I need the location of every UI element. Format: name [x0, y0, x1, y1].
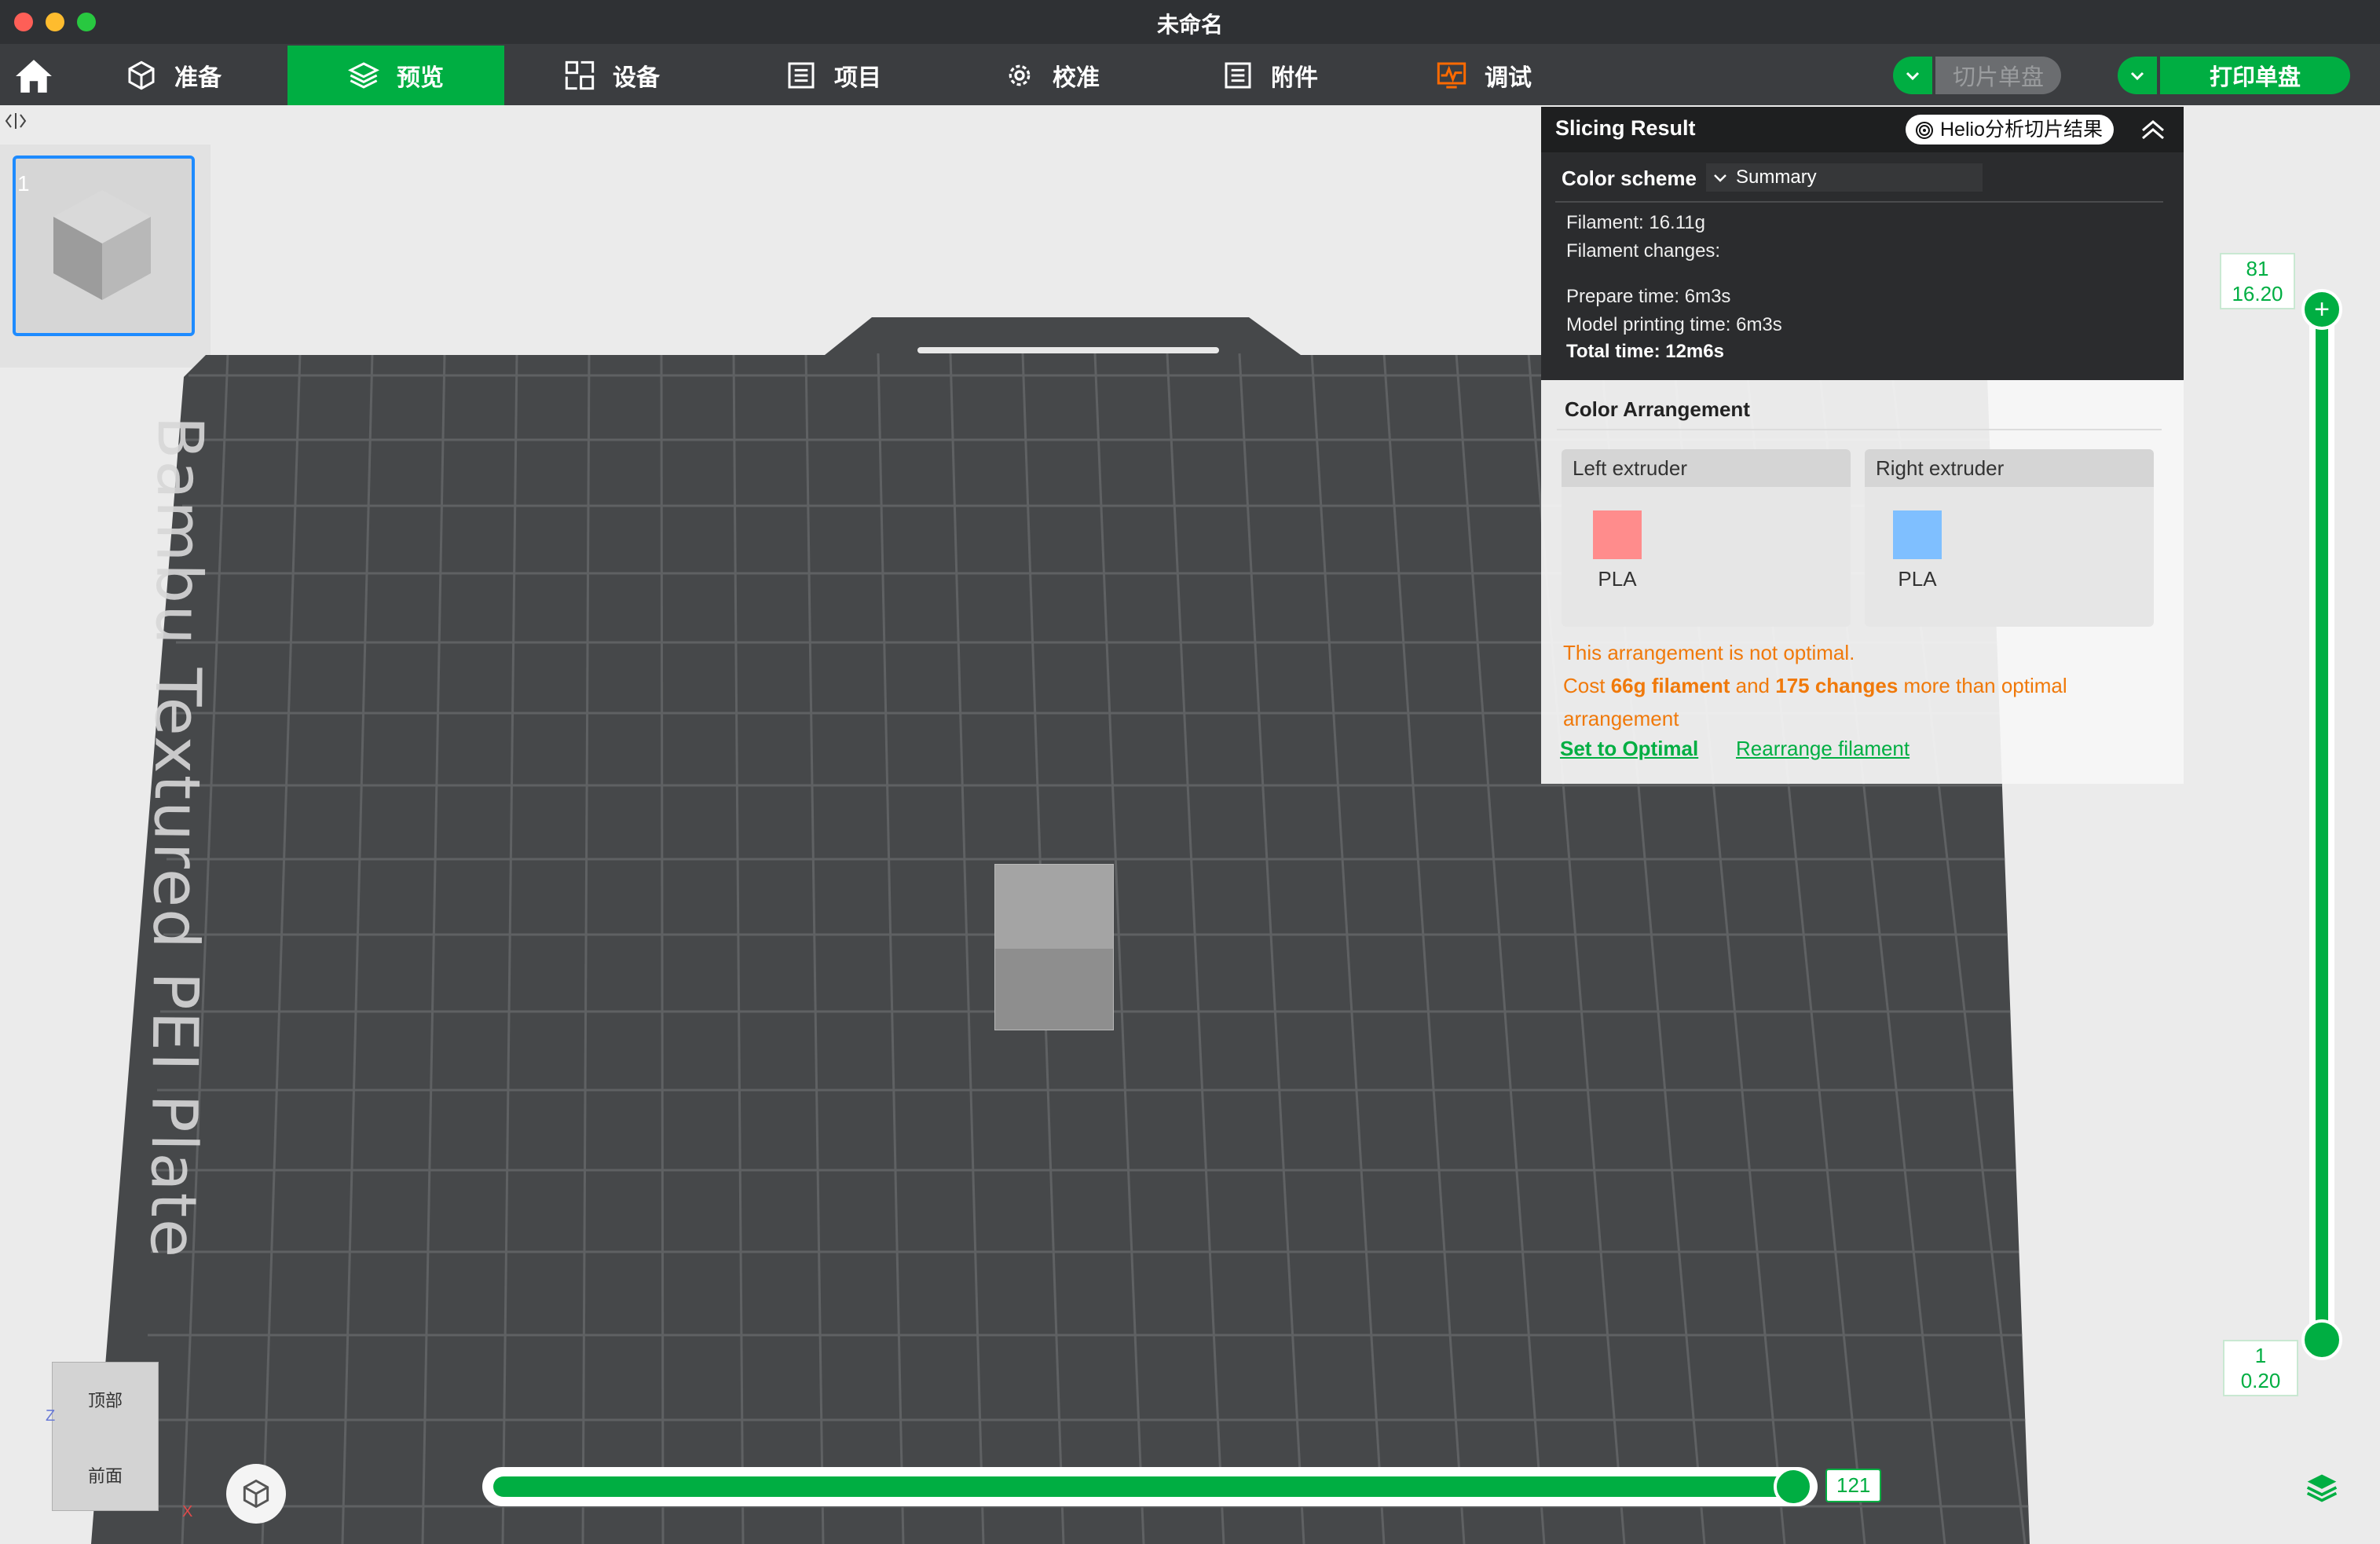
left-extruder-label: Left extruder — [1562, 449, 1851, 487]
bottom-layer-number: 1 — [2254, 1344, 2267, 1367]
window-title: 未命名 — [1156, 13, 1223, 37]
tab-label: 设备 — [613, 65, 660, 91]
sidebar-toggle-icon[interactable] — [3, 110, 28, 132]
chevron-down-icon — [2130, 71, 2144, 81]
filament-changes-stat: Filament changes: — [1566, 240, 1721, 262]
color-arrangement-title: Color Arrangement — [1565, 397, 1750, 421]
prepare-time-stat: Prepare time: 6m3s — [1566, 286, 1731, 307]
axis-z-label: Z — [46, 1407, 56, 1425]
layer-slider-top-label: 81 16.20 — [2220, 253, 2295, 309]
cube-view-icon — [243, 1479, 269, 1509]
slicing-result-title: Slicing Result — [1555, 116, 1696, 140]
right-extruder-label: Right extruder — [1865, 449, 2154, 487]
layer-slider-fill — [2316, 308, 2328, 1337]
arrangement-cost: Cost 66g filament and 175 changes more t… — [1563, 669, 2067, 702]
slice-plate-button[interactable]: 切片单盘 — [1935, 57, 2061, 94]
cost-changes: 175 changes — [1775, 674, 1899, 697]
plus-icon: + — [2314, 294, 2330, 324]
divider — [1555, 201, 2163, 203]
plate-number: 1 — [17, 171, 30, 196]
tab-device[interactable]: 设备 — [564, 46, 660, 105]
cost-prefix: Cost — [1563, 674, 1611, 697]
print-button-group: 打印单盘 — [2118, 57, 2350, 94]
total-time-stat: Total time: 12m6s — [1566, 341, 1724, 362]
cost-and: and — [1730, 674, 1776, 697]
layer-slider-bottom-handle[interactable] — [2301, 1319, 2342, 1360]
divider — [1557, 429, 2162, 430]
move-slider-fill — [493, 1476, 1797, 1497]
tab-label: 预览 — [397, 65, 444, 91]
tab-label: 项目 — [834, 65, 881, 91]
tab-project[interactable]: 项目 — [785, 46, 881, 105]
chevron-down-icon — [1906, 71, 1920, 81]
layers-icon[interactable] — [2305, 1470, 2339, 1505]
sliced-model[interactable] — [994, 864, 1114, 1030]
list-icon — [788, 62, 815, 89]
right-filament-material: PLA — [1898, 567, 1937, 591]
tab-debug[interactable]: 调试 — [1436, 46, 1532, 105]
arrangement-warning: This arrangement is not optimal. — [1563, 641, 1855, 664]
cost-suffix: more than optimal — [1898, 674, 2067, 697]
slice-dropdown-button[interactable] — [1893, 57, 1932, 94]
home-icon[interactable] — [14, 57, 53, 96]
tab-prepare[interactable]: 准备 — [126, 46, 222, 105]
rearrange-filament-link[interactable]: Rearrange filament — [1736, 737, 1909, 761]
print-dropdown-button[interactable] — [2118, 57, 2157, 94]
tab-calibration[interactable]: 校准 — [1004, 46, 1100, 105]
axis-x-label: X — [182, 1503, 193, 1520]
list-icon — [1225, 62, 1251, 89]
move-slider-value: 121 — [1825, 1469, 1882, 1502]
chevron-up-icon[interactable] — [2140, 118, 2166, 141]
right-filament-swatch[interactable] — [1893, 510, 1942, 559]
camera-view-button[interactable] — [226, 1464, 286, 1524]
cube-outline-icon — [128, 60, 155, 90]
view-cube-top-face[interactable]: 顶部 — [52, 1387, 159, 1412]
left-filament-material: PLA — [1598, 567, 1637, 591]
device-icon — [565, 60, 595, 90]
layer-slider-bottom-label: 1 0.20 — [2223, 1340, 2298, 1396]
slice-button-group: 切片单盘 — [1893, 57, 2061, 94]
gear-icon — [1009, 64, 1031, 86]
top-layer-number: 81 — [2246, 257, 2269, 280]
tab-label: 附件 — [1271, 65, 1318, 91]
bottom-layer-height: 0.20 — [2240, 1369, 2281, 1392]
bed-plate-label: Bambu Textured PEI Plate — [136, 415, 217, 1260]
print-plate-button[interactable]: 打印单盘 — [2160, 57, 2350, 94]
filament-stat: Filament: 16.11g — [1566, 212, 1705, 233]
set-to-optimal-link[interactable]: Set to Optimal — [1560, 737, 1698, 761]
color-scheme-label: Color scheme — [1562, 166, 1697, 190]
layers-icon — [348, 62, 379, 89]
helio-analysis-button[interactable]: Helio分析切片结果 — [1906, 115, 2114, 145]
layer-slider-top-handle[interactable]: + — [2301, 289, 2342, 330]
cost-filament: 66g filament — [1610, 674, 1730, 697]
cube-icon — [53, 190, 151, 300]
monitor-pulse-icon — [1437, 62, 1466, 89]
color-scheme-select[interactable]: Summary — [1706, 163, 1983, 192]
helio-icon — [1916, 122, 1933, 139]
chevron-down-icon — [1714, 174, 1726, 182]
arrangement-warning-end: arrangement — [1563, 707, 1679, 730]
view-cube-front-face[interactable]: 前面 — [52, 1462, 159, 1487]
tab-label: 调试 — [1485, 65, 1532, 91]
move-slider-handle[interactable] — [1774, 1467, 1813, 1506]
tab-label: 准备 — [174, 65, 222, 91]
tab-label: 校准 — [1053, 65, 1100, 91]
view-cube[interactable] — [52, 1362, 159, 1511]
left-filament-swatch[interactable] — [1593, 510, 1642, 559]
top-layer-height: 16.20 — [2232, 282, 2283, 306]
tab-addons[interactable]: 附件 — [1222, 46, 1318, 105]
tab-preview[interactable]: 预览 — [287, 46, 504, 105]
model-printing-time-stat: Model printing time: 6m3s — [1566, 314, 1782, 335]
